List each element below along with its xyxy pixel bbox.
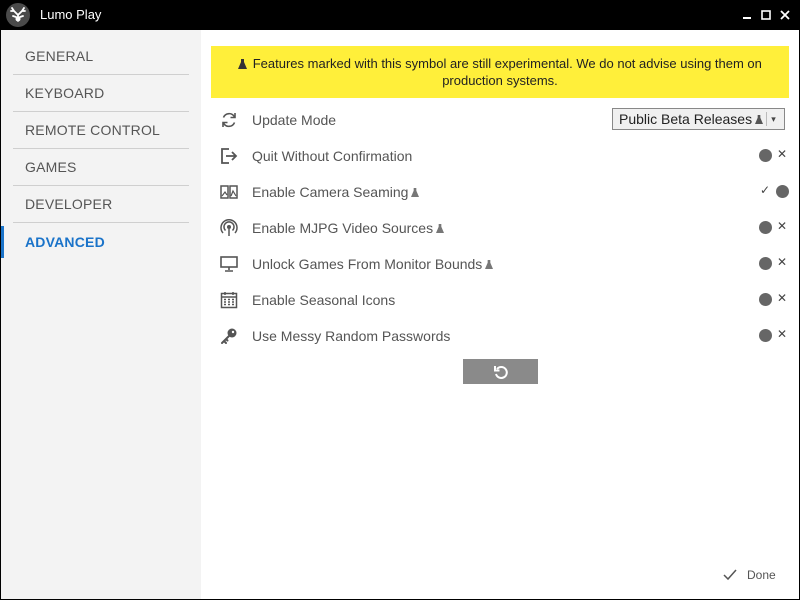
- setting-row-unlock-games: Unlock Games From Monitor Bounds ✕: [219, 250, 789, 278]
- setting-label: Enable Seasonal Icons: [252, 292, 396, 308]
- experimental-banner: Features marked with this symbol are sti…: [211, 46, 789, 98]
- sidebar-item-advanced[interactable]: ADVANCED: [13, 223, 189, 260]
- setting-label: Quit Without Confirmation: [252, 148, 413, 164]
- sidebar-item-games[interactable]: GAMES: [13, 149, 189, 186]
- maximize-icon: [761, 10, 771, 20]
- unlock-games-toggle[interactable]: ✕: [759, 255, 789, 271]
- flask-icon: [411, 184, 420, 200]
- broadcast-icon: [219, 219, 239, 237]
- setting-label: Update Mode: [252, 112, 337, 128]
- setting-label: Enable Camera Seaming: [252, 184, 420, 200]
- cross-icon: ✕: [777, 255, 788, 269]
- banner-text: Features marked with this symbol are sti…: [252, 56, 762, 88]
- quit-without-confirmation-toggle[interactable]: ✕: [759, 147, 789, 163]
- setting-label: Use Messy Random Passwords: [252, 328, 451, 344]
- sidebar-item-keyboard[interactable]: KEYBOARD: [13, 75, 189, 112]
- label-text: Enable MJPG Video Sources: [252, 220, 434, 236]
- mjpg-video-sources-toggle[interactable]: ✕: [759, 219, 789, 235]
- active-indicator: [1, 226, 4, 258]
- close-button[interactable]: [776, 5, 794, 25]
- check-icon: [723, 569, 737, 581]
- title-bar: Lumo Play: [0, 0, 800, 30]
- label-text: Enable Camera Seaming: [252, 184, 409, 200]
- sidebar-item-label: ADVANCED: [25, 233, 105, 250]
- toggle-knob: [759, 257, 772, 270]
- camera-seam-icon: [219, 183, 239, 201]
- camera-seaming-toggle[interactable]: ✓: [759, 183, 789, 199]
- settings-content: Features marked with this symbol are sti…: [201, 30, 799, 599]
- reset-button[interactable]: [463, 359, 538, 384]
- toggle-knob: [776, 185, 789, 198]
- messy-passwords-toggle[interactable]: ✕: [759, 327, 789, 343]
- check-icon: ✓: [760, 183, 771, 197]
- update-mode-select[interactable]: Public Beta Releases ▾: [612, 108, 785, 130]
- setting-row-seasonal-icons: Enable Seasonal Icons ✕: [219, 286, 789, 314]
- calendar-icon: [219, 291, 239, 309]
- refresh-icon: [219, 111, 239, 129]
- exit-icon: [219, 147, 239, 165]
- sidebar-item-label: KEYBOARD: [25, 85, 105, 101]
- setting-row-camera-seaming: Enable Camera Seaming ✓: [219, 178, 789, 206]
- toggle-knob: [759, 221, 772, 234]
- chevron-down-icon: ▾: [766, 112, 780, 126]
- toggle-knob: [759, 149, 772, 162]
- sidebar-item-remote-control[interactable]: REMOTE CONTROL: [13, 112, 189, 149]
- reset-icon: [493, 365, 508, 379]
- minimize-button[interactable]: [738, 5, 756, 25]
- flask-icon: [755, 111, 764, 127]
- antlers-logo-icon: [6, 3, 30, 27]
- cross-icon: ✕: [777, 327, 788, 341]
- setting-label: Enable MJPG Video Sources: [252, 220, 445, 236]
- sidebar-item-label: GAMES: [25, 159, 77, 175]
- toggle-knob: [759, 293, 772, 306]
- close-icon: [780, 10, 790, 20]
- minimize-icon: [743, 17, 751, 19]
- seasonal-icons-toggle[interactable]: ✕: [759, 291, 789, 307]
- key-icon: [219, 327, 239, 345]
- done-label: Done: [747, 568, 776, 582]
- flask-icon: [238, 57, 248, 73]
- cross-icon: ✕: [777, 147, 788, 161]
- select-value: Public Beta Releases: [619, 111, 753, 127]
- sidebar-item-label: REMOTE CONTROL: [25, 122, 161, 138]
- monitor-icon: [219, 255, 239, 273]
- sidebar-item-developer[interactable]: DEVELOPER: [13, 186, 189, 223]
- setting-row-messy-passwords: Use Messy Random Passwords ✕: [219, 322, 789, 350]
- setting-row-update-mode: Update Mode Public Beta Releases ▾: [219, 106, 789, 134]
- maximize-button[interactable]: [757, 5, 775, 25]
- done-button[interactable]: Done: [723, 566, 776, 584]
- sidebar-item-general[interactable]: GENERAL: [13, 38, 189, 75]
- cross-icon: ✕: [777, 219, 788, 233]
- sidebar-item-label: DEVELOPER: [25, 196, 113, 212]
- label-text: Unlock Games From Monitor Bounds: [252, 256, 483, 272]
- flask-icon: [436, 220, 445, 236]
- sidebar-item-label: GENERAL: [25, 48, 94, 64]
- setting-row-quit-without-confirmation: Quit Without Confirmation ✕: [219, 142, 789, 170]
- toggle-knob: [759, 329, 772, 342]
- flask-icon: [485, 256, 494, 272]
- settings-window: GENERAL KEYBOARD REMOTE CONTROL GAMES DE…: [1, 30, 799, 599]
- cross-icon: ✕: [777, 291, 788, 305]
- sidebar: GENERAL KEYBOARD REMOTE CONTROL GAMES DE…: [1, 30, 201, 599]
- setting-label: Unlock Games From Monitor Bounds: [252, 256, 494, 272]
- app-title: Lumo Play: [40, 7, 102, 22]
- setting-row-mjpg-video-sources: Enable MJPG Video Sources ✕: [219, 214, 789, 242]
